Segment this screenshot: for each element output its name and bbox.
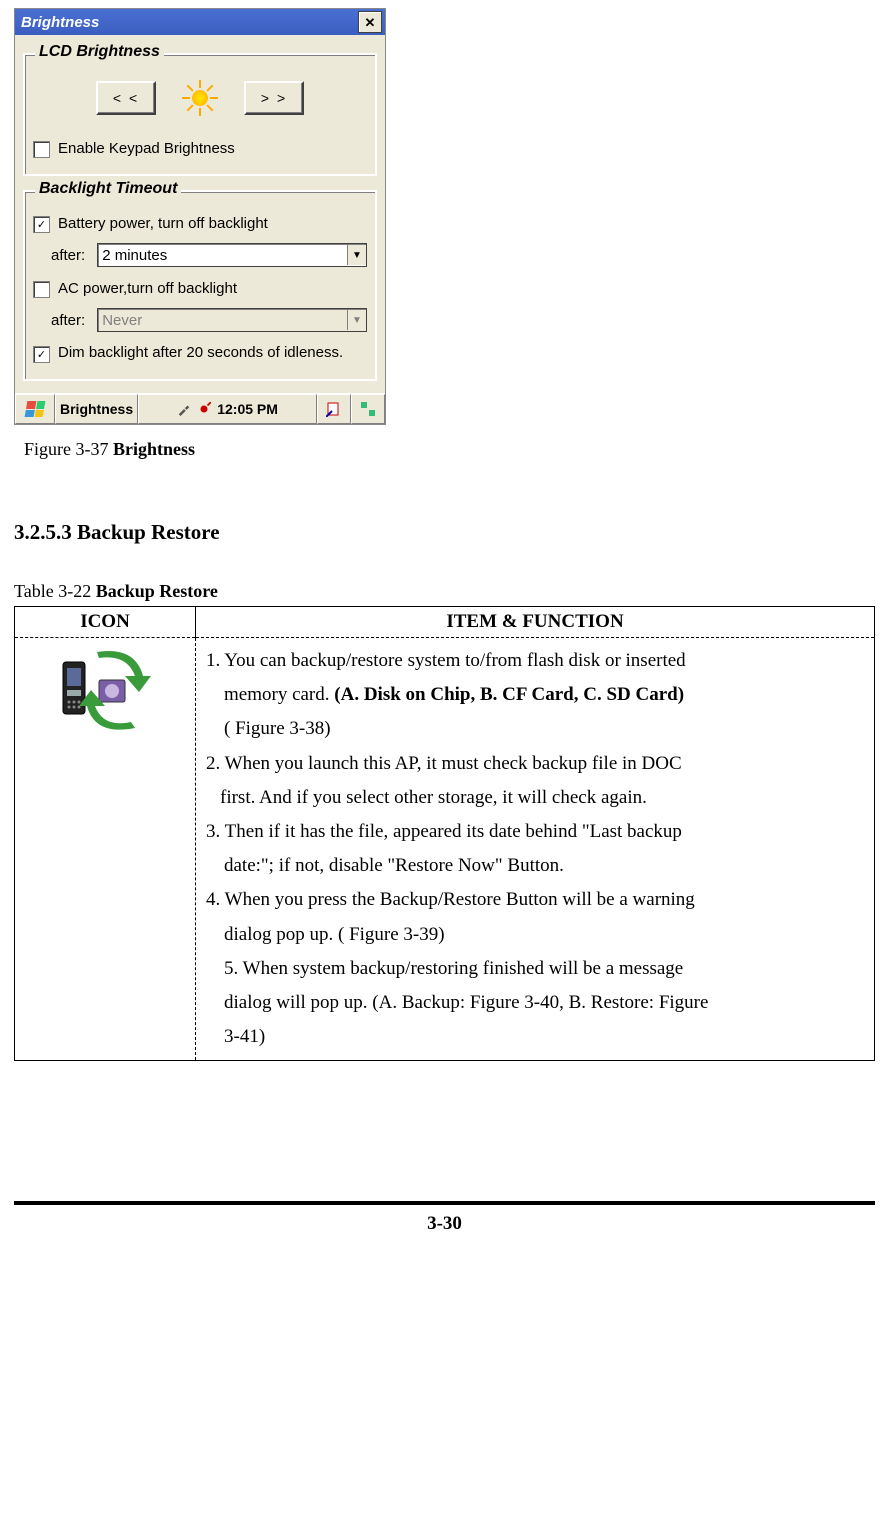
ac-after-dropdown: Never ▼ <box>97 308 367 332</box>
backlight-legend: Backlight Timeout <box>35 180 181 198</box>
table-caption-bold: Backup Restore <box>96 581 218 601</box>
func-line: 1. You can backup/restore system to/from… <box>206 644 864 678</box>
footer-rule <box>14 1201 875 1205</box>
enable-keypad-checkbox[interactable] <box>33 141 50 158</box>
figure-caption-bold: Brightness <box>113 439 195 459</box>
close-icon: ✕ <box>365 16 376 29</box>
func-line: dialog will pop up. (A. Backup: Figure 3… <box>206 986 864 1020</box>
desktop-icon <box>360 401 376 417</box>
ac-after-value: Never <box>102 312 142 329</box>
battery-label: Battery power, turn off backlight <box>58 215 268 232</box>
lcd-brightness-group: LCD Brightness < < > > Enable Keypad Bri <box>23 53 377 176</box>
table-header-row: ICON ITEM & FUNCTION <box>15 607 875 638</box>
close-button[interactable]: ✕ <box>358 11 382 33</box>
func-line: 4. When you press the Backup/Restore But… <box>206 883 864 917</box>
func-line: 3-41) <box>206 1020 864 1054</box>
battery-after-dropdown[interactable]: 2 minutes ▼ <box>97 243 367 267</box>
page-number: 3-30 <box>14 1213 875 1235</box>
dim-checkbox[interactable]: ✓ <box>33 346 50 363</box>
chevron-down-icon: ▼ <box>347 310 366 330</box>
icon-cell <box>15 638 196 1061</box>
func-line: 3. Then if it has the file, appeared its… <box>206 815 864 849</box>
dim-label: Dim backlight after 20 seconds of idlene… <box>58 344 343 361</box>
func-line: date:"; if not, disable "Restore Now" Bu… <box>206 849 864 883</box>
battery-after-value: 2 minutes <box>102 247 167 264</box>
taskbar: Brightness 12:05 PM <box>15 393 385 424</box>
tray-icon-2[interactable] <box>351 394 385 424</box>
ac-label: AC power,turn off backlight <box>58 280 237 297</box>
ac-after-label: after: <box>51 312 85 329</box>
ac-row: AC power,turn off backlight <box>33 273 367 304</box>
start-button[interactable] <box>15 394 55 424</box>
func-line: dialog pop up. ( Figure 3-39) <box>206 918 864 952</box>
figure-caption-prefix: Figure 3-37 <box>24 439 113 459</box>
dialog-title: Brightness <box>21 14 99 31</box>
brightness-dialog: Brightness ✕ LCD Brightness < < > > <box>14 8 386 425</box>
function-cell: 1. You can backup/restore system to/from… <box>196 638 875 1061</box>
header-icon: ICON <box>15 607 196 638</box>
func-line: 2. When you launch this AP, it must chec… <box>206 747 864 781</box>
windows-icon <box>25 401 46 417</box>
enable-keypad-label: Enable Keypad Brightness <box>58 140 235 157</box>
battery-checkbox[interactable]: ✓ <box>33 216 50 233</box>
table-caption: Table 3-22 Backup Restore <box>14 581 875 602</box>
section-heading: 3.2.5.3 Backup Restore <box>14 520 875 545</box>
func-line: 5. When system backup/restoring finished… <box>206 952 864 986</box>
battery-after-label: after: <box>51 247 85 264</box>
battery-row: ✓ Battery power, turn off backlight <box>33 208 367 239</box>
func-line: first. And if you select other storage, … <box>206 781 864 815</box>
figure-caption: Figure 3-37 Brightness <box>24 439 875 460</box>
backup-restore-table: ICON ITEM & FUNCTION 1. You can backup <box>14 606 875 1061</box>
tray-icon-1[interactable] <box>317 394 351 424</box>
increase-brightness-button[interactable]: > > <box>244 81 304 115</box>
chevron-down-icon: ▼ <box>347 245 366 265</box>
brightness-slider-row: < < > > <box>33 71 367 133</box>
battery-after-row: after: 2 minutes ▼ <box>33 239 367 273</box>
table-caption-prefix: Table 3-22 <box>14 581 96 601</box>
header-function: ITEM & FUNCTION <box>196 607 875 638</box>
tool-icon <box>177 402 191 416</box>
taskbar-time: 12:05 PM <box>217 401 278 417</box>
dialog-body: LCD Brightness < < > > Enable Keypad Bri <box>15 35 385 393</box>
lcd-legend: LCD Brightness <box>35 43 164 61</box>
decrease-brightness-button[interactable]: < < <box>96 81 156 115</box>
sun-icon <box>184 82 216 114</box>
taskbar-app[interactable]: Brightness <box>55 394 138 424</box>
dim-row: ✓ Dim backlight after 20 seconds of idle… <box>33 338 367 369</box>
func-line: memory card. (A. Disk on Chip, B. CF Car… <box>206 678 864 712</box>
backup-restore-icon <box>55 650 155 730</box>
func-line: ( Figure 3-38) <box>206 712 864 746</box>
system-tray: 12:05 PM <box>138 394 317 424</box>
signal-icon <box>197 402 211 416</box>
enable-keypad-row: Enable Keypad Brightness <box>33 133 367 164</box>
ac-checkbox[interactable] <box>33 281 50 298</box>
note-icon <box>326 401 342 417</box>
titlebar: Brightness ✕ <box>15 9 385 35</box>
ac-after-row: after: Never ▼ <box>33 304 367 338</box>
table-row: 1. You can backup/restore system to/from… <box>15 638 875 1061</box>
backlight-timeout-group: Backlight Timeout ✓ Battery power, turn … <box>23 190 377 381</box>
